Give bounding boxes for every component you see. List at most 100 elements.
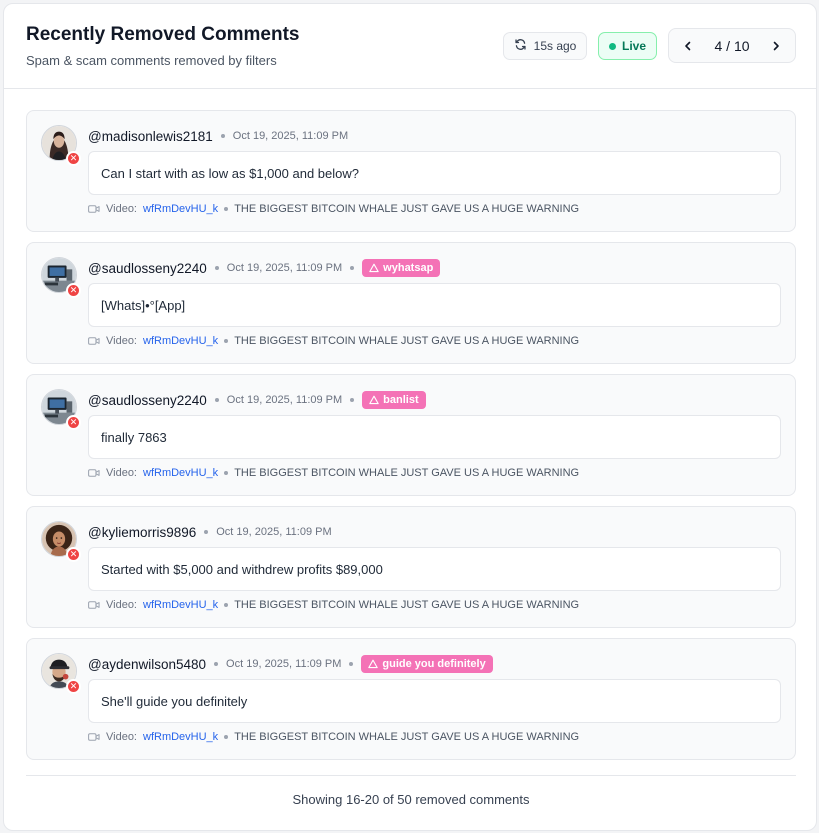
chevron-left-icon [685, 41, 691, 50]
video-camera-icon [88, 469, 100, 477]
video-id-link[interactable]: wfRmDevHU_k [143, 467, 218, 479]
removed-comments-panel: Recently Removed Comments Spam & scam co… [3, 3, 817, 831]
chevron-right-icon [773, 41, 779, 50]
video-id-link[interactable]: wfRmDevHU_k [143, 599, 218, 611]
removed-x-icon: ✕ [66, 679, 81, 694]
comment-meta: @kyliemorris9896 Oct 19, 2025, 11:09 PM [88, 523, 332, 541]
filter-match-label: wyhatsap [383, 262, 434, 274]
separator-dot [224, 735, 229, 739]
comment-text: Can I start with as low as $1,000 and be… [88, 151, 781, 195]
page-indicator: 4 / 10 [714, 37, 750, 54]
separator-dot [350, 398, 355, 402]
comment-username[interactable]: @aydenwilson5480 [88, 657, 206, 672]
refresh-label: 15s ago [533, 39, 577, 53]
video-reference: Video: wfRmDevHU_k THE BIGGEST BITCOIN W… [88, 729, 579, 745]
live-status-badge: Live [598, 32, 657, 60]
video-camera-icon [88, 337, 100, 345]
comment-text: Started with $5,000 and withdrew profits… [88, 547, 781, 591]
comment-timestamp: Oct 19, 2025, 11:09 PM [226, 262, 343, 274]
video-id-link[interactable]: wfRmDevHU_k [143, 335, 218, 347]
removed-x-icon: ✕ [66, 547, 81, 562]
video-reference: Video: wfRmDevHU_k THE BIGGEST BITCOIN W… [88, 597, 579, 613]
refresh-icon [514, 38, 527, 54]
previous-page-button[interactable] [679, 37, 697, 55]
avatar[interactable]: ✕ [41, 389, 81, 430]
page-subtitle: Spam & scam comments removed by filters [26, 53, 277, 68]
warning-triangle-icon [368, 659, 379, 669]
video-reference: Video: wfRmDevHU_k THE BIGGEST BITCOIN W… [88, 201, 579, 217]
comment-timestamp: Oct 19, 2025, 11:09 PM [226, 394, 343, 406]
video-camera-icon [88, 205, 100, 213]
filter-match-label: banlist [383, 394, 419, 406]
avatar[interactable]: ✕ [41, 125, 81, 166]
video-title: THE BIGGEST BITCOIN WHALE JUST GAVE US A… [234, 203, 580, 215]
comment-timestamp: Oct 19, 2025, 11:09 PM [226, 658, 342, 670]
video-camera-icon [88, 733, 100, 741]
removed-x-icon: ✕ [66, 151, 81, 166]
separator-dot [214, 398, 219, 402]
comment-text: finally 7863 [88, 415, 781, 459]
comment-text: [Whats]•°[App] [88, 283, 781, 327]
results-summary: Showing 16-20 of 50 removed comments [292, 792, 530, 807]
separator-dot [224, 339, 229, 343]
warning-triangle-icon [369, 263, 379, 273]
comment-text: She'll guide you definitely [88, 679, 781, 723]
video-label: Video: [106, 203, 137, 215]
comment-meta: @madisonlewis2181 Oct 19, 2025, 11:09 PM [88, 127, 348, 145]
video-label: Video: [106, 335, 137, 347]
separator-dot [204, 530, 209, 534]
footer-divider [26, 775, 796, 776]
separator-dot [214, 662, 219, 666]
removed-x-icon: ✕ [66, 283, 81, 298]
separator-dot [349, 662, 354, 666]
pagination-control: 4 / 10 [668, 28, 796, 63]
removed-comment-card: ✕ @madisonlewis2181 Oct 19, 2025, 11:09 … [26, 110, 796, 232]
separator-dot [350, 266, 355, 270]
comment-meta: @aydenwilson5480 Oct 19, 2025, 11:09 PM … [88, 655, 493, 673]
comment-meta: @saudlosseny2240 Oct 19, 2025, 11:09 PM … [88, 259, 441, 277]
comment-username[interactable]: @madisonlewis2181 [88, 129, 213, 144]
video-id-link[interactable]: wfRmDevHU_k [143, 731, 218, 743]
comment-meta: @saudlosseny2240 Oct 19, 2025, 11:09 PM … [88, 391, 426, 409]
video-title: THE BIGGEST BITCOIN WHALE JUST GAVE US A… [234, 335, 580, 347]
live-label: Live [621, 39, 646, 53]
avatar[interactable]: ✕ [41, 257, 81, 298]
page-title: Recently Removed Comments [26, 24, 300, 45]
comment-timestamp: Oct 19, 2025, 11:09 PM [216, 526, 332, 538]
live-dot-icon [608, 42, 616, 50]
video-title: THE BIGGEST BITCOIN WHALE JUST GAVE US A… [234, 731, 580, 743]
warning-triangle-icon [369, 395, 379, 405]
removed-comment-card: ✕ @aydenwilson5480 Oct 19, 2025, 11:09 P… [26, 638, 796, 760]
separator-dot [224, 603, 229, 607]
filter-match-tag: wyhatsap [362, 259, 441, 277]
panel-header: Recently Removed Comments Spam & scam co… [4, 4, 816, 89]
comment-list: ✕ @madisonlewis2181 Oct 19, 2025, 11:09 … [26, 110, 796, 770]
video-label: Video: [106, 467, 137, 479]
comment-username[interactable]: @kyliemorris9896 [88, 525, 196, 540]
comment-username[interactable]: @saudlosseny2240 [88, 393, 207, 408]
video-id-link[interactable]: wfRmDevHU_k [143, 203, 218, 215]
separator-dot [214, 266, 219, 270]
next-page-button[interactable] [767, 37, 785, 55]
filter-match-tag: banlist [362, 391, 426, 409]
refresh-button[interactable]: 15s ago [503, 32, 587, 60]
removed-comment-card: ✕ @saudlosseny2240 Oct 19, 2025, 11:09 P… [26, 374, 796, 496]
video-title: THE BIGGEST BITCOIN WHALE JUST GAVE US A… [234, 599, 580, 611]
video-label: Video: [106, 599, 137, 611]
comment-timestamp: Oct 19, 2025, 11:09 PM [232, 130, 349, 142]
video-label: Video: [106, 731, 137, 743]
avatar[interactable]: ✕ [41, 653, 81, 694]
separator-dot [224, 471, 229, 475]
filter-match-label: guide you definitely [382, 658, 486, 670]
separator-dot [224, 207, 229, 211]
filter-match-tag: guide you definitely [361, 655, 493, 673]
video-camera-icon [88, 601, 100, 609]
removed-comment-card: ✕ @kyliemorris9896 Oct 19, 2025, 11:09 P… [26, 506, 796, 628]
avatar[interactable]: ✕ [41, 521, 81, 562]
video-reference: Video: wfRmDevHU_k THE BIGGEST BITCOIN W… [88, 333, 579, 349]
removed-x-icon: ✕ [66, 415, 81, 430]
comment-username[interactable]: @saudlosseny2240 [88, 261, 207, 276]
removed-comment-card: ✕ @saudlosseny2240 Oct 19, 2025, 11:09 P… [26, 242, 796, 364]
separator-dot [220, 134, 225, 138]
video-reference: Video: wfRmDevHU_k THE BIGGEST BITCOIN W… [88, 465, 579, 481]
